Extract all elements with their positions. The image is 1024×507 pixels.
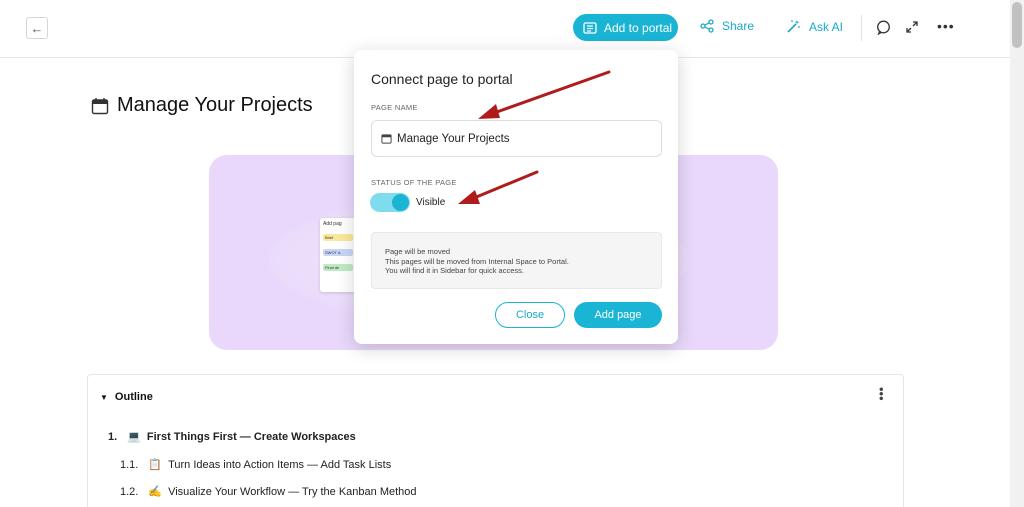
page-name-field[interactable]: Manage Your Projects <box>371 120 662 157</box>
share-icon <box>700 19 714 33</box>
notice-line: Page will be moved <box>385 247 451 256</box>
connect-portal-dialog: Connect page to portal PAGE NAME Manage … <box>354 50 678 344</box>
outline-item[interactable]: 1. 💻 First Things First — Create Workspa… <box>108 430 356 444</box>
arrow-left-icon: ← <box>30 20 44 36</box>
mini-tag-brief: Brief <box>323 234 353 241</box>
visibility-toggle[interactable] <box>370 193 410 212</box>
calendar-icon <box>91 97 109 114</box>
clipboard-icon: 📋 <box>148 459 163 471</box>
expand-icon[interactable] <box>905 20 919 34</box>
outline-item[interactable]: 1.2. ✍️ Visualize Your Workflow — Try th… <box>120 485 417 499</box>
add-to-portal-button[interactable]: Add to portal <box>573 14 678 41</box>
page-title-text: Manage Your Projects <box>117 94 313 116</box>
outline-item-number: 1. <box>108 430 118 443</box>
add-to-portal-label: Add to portal <box>604 20 673 35</box>
share-label: Share <box>722 19 755 33</box>
ask-ai-button[interactable]: Ask AI <box>786 19 843 34</box>
outline-item-text: Turn Ideas into Action Items — Add Task … <box>168 458 392 471</box>
share-button[interactable]: Share <box>700 19 754 33</box>
close-button[interactable]: Close <box>495 302 565 328</box>
mini-card-title: Add pag <box>323 221 342 227</box>
magic-wand-icon <box>787 20 800 33</box>
mini-tag-swot: SWOT A <box>323 249 353 256</box>
notice-line: You will find it in Sidebar for quick ac… <box>385 266 524 275</box>
toolbar-divider <box>861 15 862 41</box>
caret-down-icon[interactable]: ▼ <box>100 393 108 402</box>
portal-icon <box>583 21 597 34</box>
add-page-button[interactable]: Add page <box>574 302 662 328</box>
outline-header[interactable]: ▼ Outline <box>100 391 153 403</box>
outline-item[interactable]: 1.1. 📋 Turn Ideas into Action Items — Ad… <box>120 458 392 472</box>
page-name-label: PAGE NAME <box>371 103 418 112</box>
toggle-knob <box>392 194 409 211</box>
status-label: STATUS OF THE PAGE <box>371 178 457 187</box>
page-title: Manage Your Projects <box>91 94 313 117</box>
calendar-icon <box>381 134 392 144</box>
dialog-title: Connect page to portal <box>371 71 513 87</box>
more-horizontal-icon[interactable]: ••• <box>937 18 955 34</box>
outline-item-text: First Things First — Create Workspaces <box>146 430 356 443</box>
page-scrollbar[interactable] <box>1010 0 1024 507</box>
outline-item-number: 1.2. <box>120 485 139 498</box>
cover-mini-card: Add pag Brief SWOT A Final de <box>320 218 356 292</box>
mini-tag-final: Final de <box>323 264 353 271</box>
move-notice: Page will be moved This pages will be mo… <box>371 232 662 289</box>
outline-title: Outline <box>114 391 153 403</box>
visibility-label: Visible <box>416 197 446 208</box>
outline-item-text: Visualize Your Workflow — Try the Kanban… <box>168 485 417 498</box>
page-name-value: Manage Your Projects <box>397 132 510 145</box>
laptop-icon: 💻 <box>127 431 141 443</box>
scrollbar-thumb[interactable] <box>1012 2 1022 48</box>
comment-icon[interactable] <box>876 20 891 35</box>
writing-hand-icon: ✍️ <box>148 486 163 498</box>
outline-more-icon[interactable]: ••• <box>874 387 889 401</box>
back-button[interactable]: ← <box>26 17 48 39</box>
outline-item-number: 1.1. <box>120 458 139 471</box>
ask-ai-label: Ask AI <box>809 19 844 34</box>
outline-block: ▼ Outline ••• 1. 💻 First Things First — … <box>87 374 904 507</box>
notice-line: This pages will be moved from Internal S… <box>385 256 569 266</box>
